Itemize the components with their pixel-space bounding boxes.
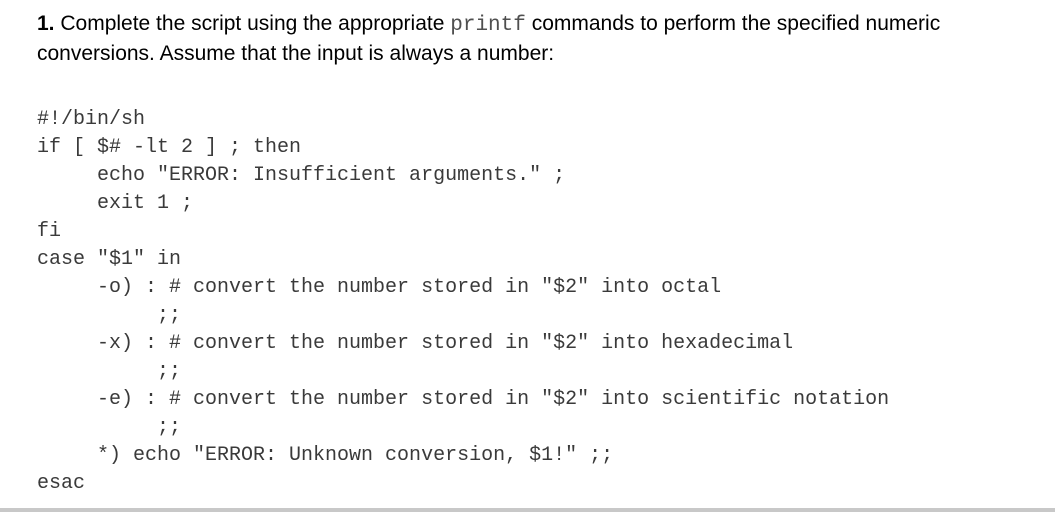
code-line: #!/bin/sh <box>37 108 146 131</box>
question-number: 1. <box>37 12 55 35</box>
code-line: ;; <box>37 304 182 327</box>
code-line: -e) : # convert the number stored in "$2… <box>37 388 890 411</box>
code-line: case "$1" in <box>37 248 182 271</box>
code-line: ;; <box>37 416 182 439</box>
code-line: if [ $# -lt 2 ] ; then <box>37 136 302 159</box>
bottom-divider <box>0 508 1055 512</box>
code-line: esac <box>37 472 86 495</box>
code-line: ;; <box>37 360 182 383</box>
question-text: 1. Complete the script using the appropr… <box>37 10 1049 68</box>
code-line: *) echo "ERROR: Unknown conversion, $1!"… <box>37 444 614 467</box>
question-text-before: Complete the script using the appropriat… <box>54 12 451 35</box>
code-line: -x) : # convert the number stored in "$2… <box>37 332 794 355</box>
code-line: -o) : # convert the number stored in "$2… <box>37 276 722 299</box>
inline-code-printf: printf <box>450 14 526 37</box>
code-block: #!/bin/sh if [ $# -lt 2 ] ; then echo "ER… <box>37 106 889 498</box>
code-line: fi <box>37 220 62 243</box>
code-line: exit 1 ; <box>37 192 194 215</box>
code-line: echo "ERROR: Insufficient arguments." ; <box>37 164 566 187</box>
